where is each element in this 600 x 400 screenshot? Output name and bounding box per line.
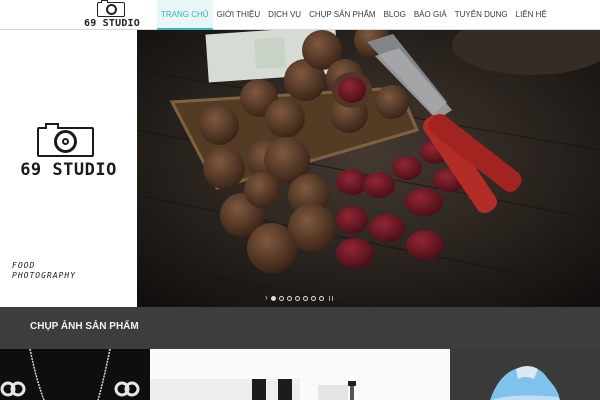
slider-dot[interactable]: [270, 295, 276, 301]
page: { "header": { "logo_text": "69 STUDIO", …: [0, 0, 600, 400]
nav-item-blog[interactable]: BLOG: [380, 0, 410, 30]
nav-item-dich-vu[interactable]: DỊCH VỤ: [264, 0, 305, 30]
slider-dot[interactable]: [302, 295, 308, 301]
nav-item-tuyen-dung[interactable]: TUYỂN DỤNG: [451, 0, 512, 30]
hero-slider[interactable]: ›: [137, 30, 600, 307]
section-title: CHỤP ẢNH SẢN PHẨM: [30, 321, 139, 332]
site-logo[interactable]: 69 STUDIO: [84, 0, 140, 29]
product-white-photo: [150, 349, 450, 400]
product-thumbnail-sneaker[interactable]: [450, 349, 600, 400]
slider-next-icon[interactable]: ›: [265, 294, 268, 302]
nav-item-gioi-thieu[interactable]: GIỚI THIỆU: [213, 0, 265, 30]
camera-logo-icon: [97, 0, 125, 17]
main-menu: TRANG CHỦ GIỚI THIỆU DỊCH VỤ CHỤP SẢN PH…: [157, 0, 551, 30]
slider-pagination: ›: [265, 294, 333, 302]
slider-pause-icon[interactable]: [328, 295, 333, 301]
tagline-line-2: PHOTOGRAPHY: [12, 271, 76, 280]
brand-panel: 69 STUDIO FOOD PHOTOGRAPHY: [0, 30, 137, 307]
product-thumbnail-jewelry[interactable]: [0, 349, 150, 400]
slider-dot[interactable]: [278, 295, 284, 301]
tagline: FOOD PHOTOGRAPHY: [12, 261, 76, 281]
nav-item-chup-san-pham[interactable]: CHỤP SẢN PHẨM: [305, 0, 380, 30]
product-photography-section: CHỤP ẢNH SẢN PHẨM: [0, 307, 600, 349]
nav-item-bao-gia[interactable]: BÁO GIÁ: [410, 0, 451, 30]
jewelry-photo: [0, 349, 150, 400]
slider-dot[interactable]: [318, 295, 324, 301]
nav-item-lien-he[interactable]: LIÊN HỆ: [512, 0, 551, 30]
nav-item-trang-chu[interactable]: TRANG CHỦ: [157, 0, 213, 30]
sneaker-photo: [450, 349, 600, 400]
logo-text: 69 STUDIO: [84, 18, 140, 29]
top-navigation-bar: 69 STUDIO TRANG CHỦ GIỚI THIỆU DỊCH VỤ C…: [0, 0, 600, 30]
camera-icon: [37, 123, 94, 157]
slider-dot[interactable]: [294, 295, 300, 301]
slider-dot[interactable]: [310, 295, 316, 301]
walnuts-photo: [137, 30, 600, 307]
tagline-line-1: FOOD: [12, 261, 36, 270]
brand-title: 69 STUDIO: [20, 160, 117, 180]
product-thumbnail-white[interactable]: [150, 349, 450, 400]
slider-dot[interactable]: [286, 295, 292, 301]
